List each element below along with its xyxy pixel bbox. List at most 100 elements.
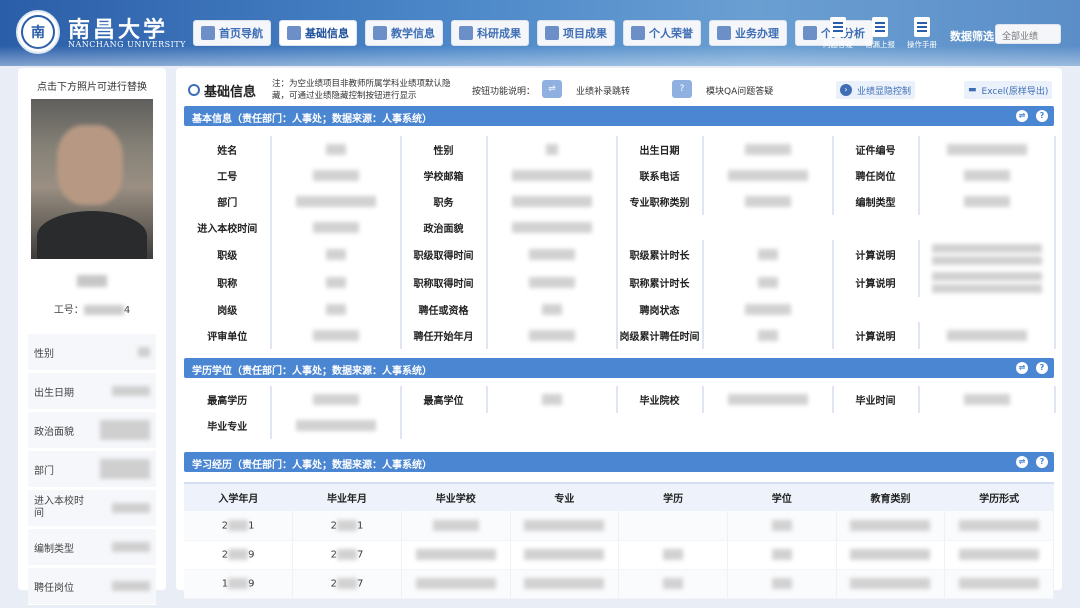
filter-select[interactable]: 全部业绩 [995,24,1061,44]
nav-label: 项目成果 [563,27,607,40]
cell-degree [727,540,837,570]
profile-field: 政治面貌 [28,412,156,449]
nav-teaching[interactable]: 教学信息 [365,20,443,46]
info-label: 岗级 [184,296,272,323]
column-header: 学历 [618,482,728,511]
help-icon[interactable]: ? [1036,456,1048,468]
info-label: 最高学历 [184,386,272,413]
profile-field: 聘任岗位 [28,568,156,605]
cell-school [401,511,511,541]
info-label: 政治面貌 [400,214,488,241]
tool-manual[interactable]: 操作手册 [906,17,938,50]
info-label: 职称累计时长 [616,268,704,297]
cell-degree-level [618,540,728,570]
column-header: 入学年月 [184,482,293,511]
page-note: 注：为空业绩项目非教师所属学科业绩项默认隐藏，可通过业绩隐藏控制按钮进行显示 [272,79,451,101]
cell-edu-type [836,511,946,541]
info-row: 岗级 聘任或资格 聘岗状态 [184,296,1056,323]
info-label: 职称取得时间 [400,268,488,297]
table-row: 19 27 [184,569,1054,599]
help-icon: ? [672,80,692,98]
info-value [270,412,402,439]
info-value [486,162,618,189]
info-value [270,162,402,189]
cell-edu-form [944,511,1054,541]
info-label: 证件编号 [832,136,920,163]
info-value [486,268,618,297]
toggle-visibility-button[interactable]: › 业绩显隐控制 [836,81,916,99]
info-value [702,240,834,269]
field-label: 性别 [34,348,54,360]
profile-field: 进入本校时间 [28,490,156,527]
section-header-study: 学习经历（责任部门：人事处；数据来源：人事系统） ⇌ ? [184,452,1054,472]
profile-field: 编制类型 [28,529,156,566]
table-row: 21 21 [184,511,1054,541]
grid-icon [287,26,301,40]
info-value [270,296,402,323]
excel-export-button[interactable]: ▬ Excel(原样导出) [964,81,1053,99]
info-label: 职级 [184,240,272,269]
flask-icon [459,26,473,40]
cell-start: 29 [184,540,294,570]
info-label: 性别 [400,136,488,163]
field-value [138,347,150,357]
info-label: 毕业专业 [184,412,272,439]
tool-report-error[interactable]: 错漏上报 [864,17,896,50]
info-value [270,214,402,241]
cell-degree [727,511,837,541]
info-value [270,240,402,269]
info-value [918,188,1056,215]
jump-icon[interactable]: ⇌ [1016,362,1028,374]
cell-end: 27 [292,569,402,599]
info-value [486,296,618,323]
nav-label: 业务办理 [735,27,779,40]
help-icon[interactable]: ? [1036,110,1048,122]
section-header-basic: 基本信息（责任部门：人事处；数据来源：人事系统） ⇌ ? [184,106,1054,126]
nav-label: 首页导航 [219,27,263,40]
help-icon[interactable]: ? [1036,362,1048,374]
info-empty [400,412,1055,439]
cell-school [401,569,511,599]
field-value [112,581,150,591]
info-value [486,322,618,349]
workflow-icon [717,26,731,40]
cell-degree-level [618,511,728,541]
info-label: 毕业时间 [832,386,920,413]
university-logo: 南 [16,10,60,54]
info-empty [832,296,1056,323]
tool-qa[interactable]: 问题答疑 [822,17,854,50]
nav-home[interactable]: 首页导航 [193,20,271,46]
column-header: 学历形式 [944,482,1054,511]
btn-label: 业绩显隐控制 [857,86,912,97]
nav-basic-info[interactable]: 基础信息 [279,20,357,46]
button-explain-label: 按钮功能说明： [472,87,536,97]
column-header: 学位 [727,482,837,511]
info-empty [616,214,1056,241]
info-label: 计算说明 [832,268,920,297]
nav-honors[interactable]: 个人荣誉 [623,20,701,46]
cell-start: 21 [184,511,294,541]
chevron-right-icon: › [840,84,852,96]
field-label: 部门 [34,465,54,477]
nav-projects[interactable]: 项目成果 [537,20,615,46]
info-row: 工号 学校邮箱 联系电话 聘任岗位 [184,162,1056,189]
column-header: 专业 [510,482,619,511]
empno-value [83,305,124,315]
study-history-table: 入学年月 毕业年月 毕业学校 专业 学历 学位 教育类别 学历形式 21 21 … [184,482,1054,599]
info-value [918,322,1056,349]
field-label: 出生日期 [34,387,74,399]
info-row: 评审单位 聘任开始年月 岗级累计聘任时间 计算说明 [184,322,1056,349]
manual-icon [914,17,930,37]
info-value [486,386,618,413]
info-label: 编制类型 [832,188,920,215]
tool-label: 问题答疑 [823,40,853,49]
tool-label: 操作手册 [907,40,937,49]
profile-photo[interactable] [31,99,153,259]
nav-research[interactable]: 科研成果 [451,20,529,46]
jump-icon[interactable]: ⇌ [1016,110,1028,122]
nav-business[interactable]: 业务办理 [709,20,787,46]
jump-icon[interactable]: ⇌ [1016,456,1028,468]
info-value [702,268,834,297]
info-label: 联系电话 [616,162,704,189]
cell-edu-form [944,569,1054,599]
